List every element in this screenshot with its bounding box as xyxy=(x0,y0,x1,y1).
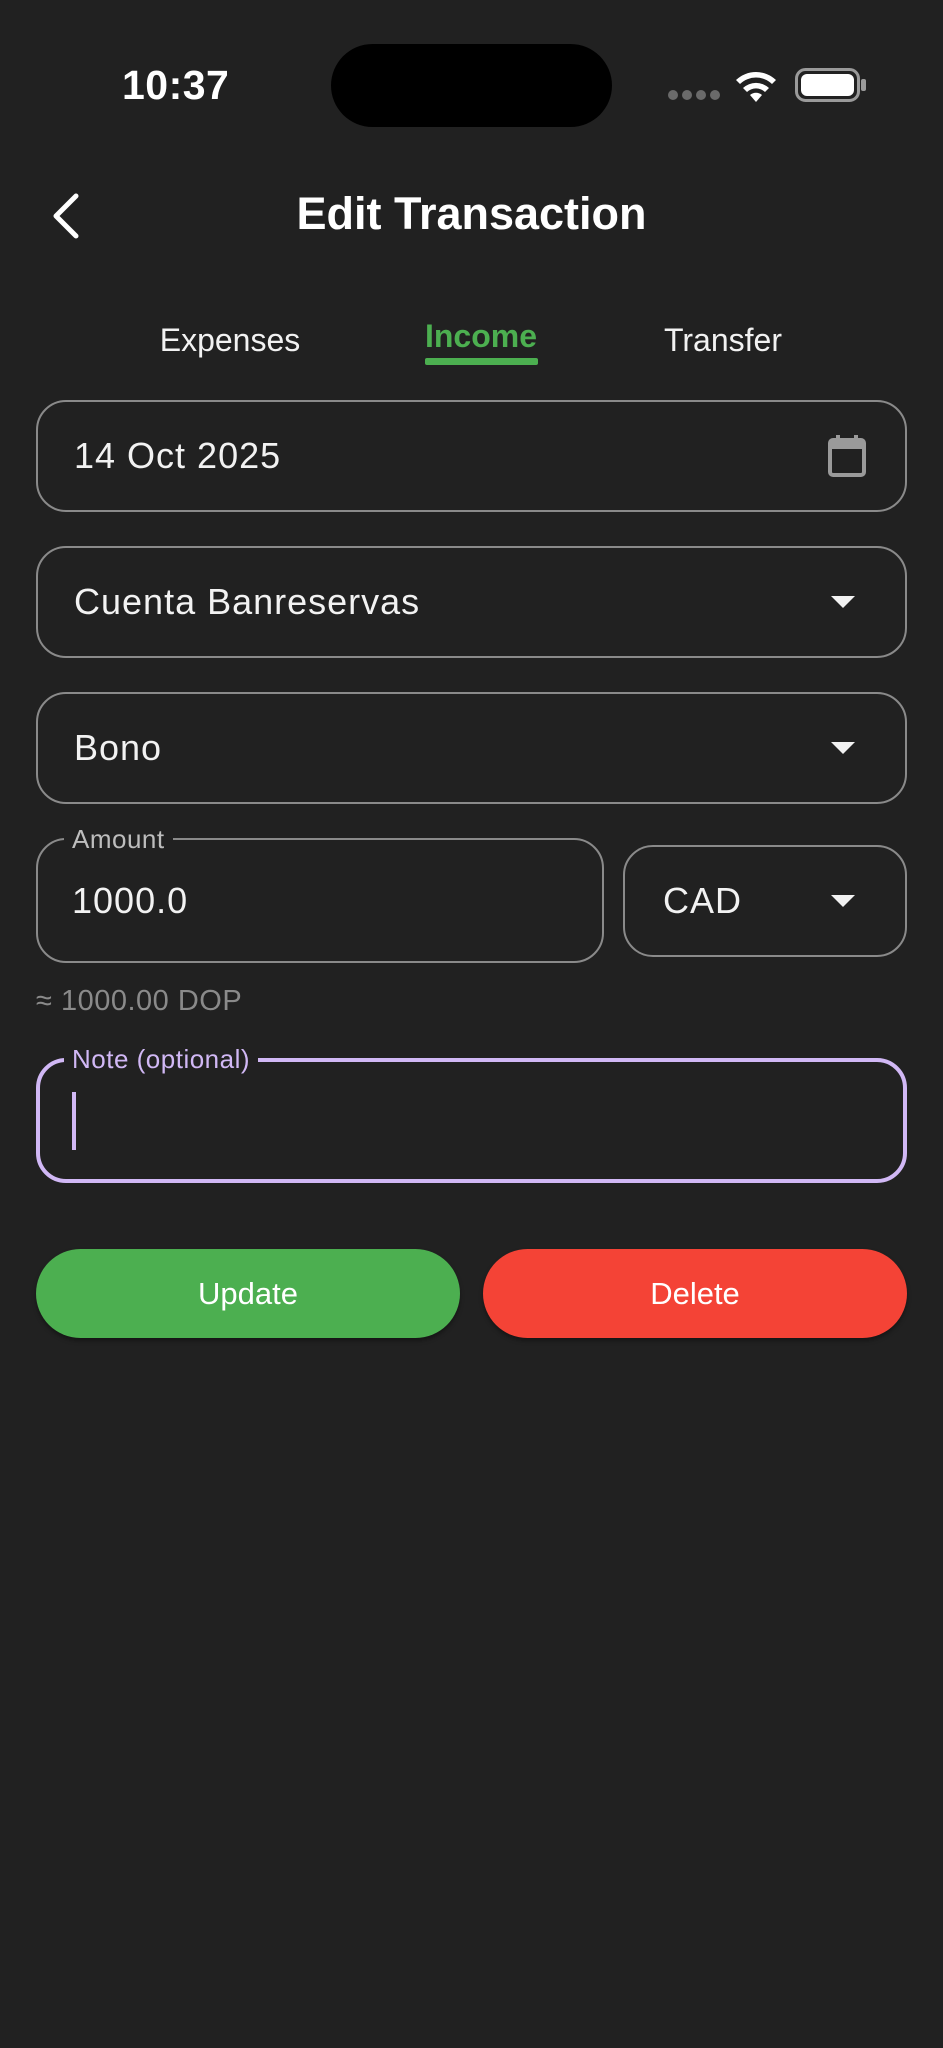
delete-button[interactable]: Delete xyxy=(483,1249,907,1338)
amount-label: Amount xyxy=(64,824,173,855)
currency-dropdown[interactable]: CAD xyxy=(623,845,907,957)
amount-field[interactable]: Amount 1000.0 xyxy=(36,824,604,963)
wifi-icon xyxy=(736,72,776,102)
dynamic-island xyxy=(331,44,612,127)
status-time: 10:37 xyxy=(122,62,230,108)
tab-expenses[interactable]: Expenses xyxy=(160,322,301,359)
transaction-type-tabs: Expenses Income Transfer xyxy=(0,310,943,370)
caret-down-icon xyxy=(831,596,855,608)
account-dropdown[interactable]: Cuenta Banreservas xyxy=(36,546,907,658)
page-title: Edit Transaction xyxy=(296,188,647,239)
date-value: 14 Oct 2025 xyxy=(74,435,282,476)
battery-icon xyxy=(795,68,866,102)
tab-transfer[interactable]: Transfer xyxy=(664,322,782,359)
caret-down-icon xyxy=(831,895,855,907)
active-tab-indicator xyxy=(425,358,538,365)
note-label: Note (optional) xyxy=(64,1044,259,1075)
status-bar: 10:37 xyxy=(0,0,943,170)
note-field[interactable]: Note (optional) xyxy=(36,1044,907,1183)
update-button[interactable]: Update xyxy=(36,1249,460,1338)
tab-income[interactable]: Income xyxy=(425,318,537,355)
caret-down-icon xyxy=(831,742,855,754)
account-value: Cuenta Banreservas xyxy=(74,581,421,622)
category-value: Bono xyxy=(74,727,163,768)
cellular-signal-icon xyxy=(668,90,720,100)
calendar-icon xyxy=(828,435,866,477)
conversion-hint: ≈ 1000.00 DOP xyxy=(36,985,243,1017)
currency-value: CAD xyxy=(663,880,743,921)
category-dropdown[interactable]: Bono xyxy=(36,692,907,804)
text-cursor xyxy=(72,1092,76,1150)
date-field[interactable]: 14 Oct 2025 xyxy=(36,400,907,512)
amount-value: 1000.0 xyxy=(72,879,189,921)
